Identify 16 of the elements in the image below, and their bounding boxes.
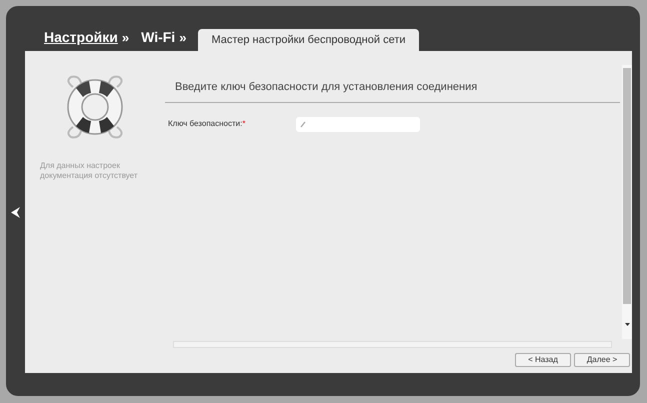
next-button[interactable]: Далее > (574, 353, 630, 367)
section-title: Введите ключ безопасности для установления соединения (165, 79, 620, 102)
help-text: Для данных настроек документация отсутствует (40, 161, 139, 181)
back-button[interactable]: < Назад (515, 353, 571, 367)
security-key-field[interactable] (296, 116, 420, 132)
breadcrumb-link[interactable]: Wi-Fi (141, 27, 176, 48)
vertical-scrollbar[interactable] (622, 65, 632, 339)
left-arrow-icon[interactable] (10, 206, 20, 218)
tab[interactable]: Мастер настройки беспроводной сети (198, 29, 419, 51)
field-label: Ключ безопасности:* (168, 118, 246, 130)
breadcrumb-separator: » (122, 28, 130, 47)
scroll-down-icon[interactable] (624, 323, 630, 326)
pencil-icon (300, 120, 306, 128)
breadcrumb-separator: » (179, 28, 186, 47)
breadcrumb-link[interactable]: Настройки (44, 27, 118, 48)
scrollbar-thumb[interactable] (623, 68, 631, 304)
